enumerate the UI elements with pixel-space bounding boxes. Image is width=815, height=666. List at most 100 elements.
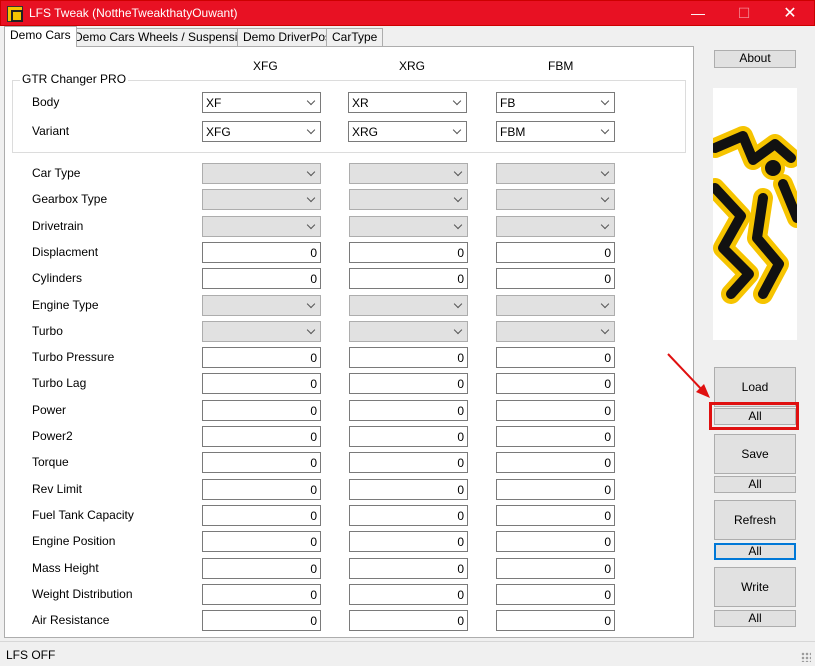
mass-height-input-xfg[interactable]: 0 [202, 558, 321, 579]
input-value: 0 [310, 351, 317, 365]
engine-position-input-xrg[interactable]: 0 [349, 531, 468, 552]
drivetrain-combo-xrg[interactable] [349, 216, 468, 237]
turbo-pressure-input-xrg[interactable]: 0 [349, 347, 468, 368]
lfs-logo [713, 88, 797, 340]
row-label-engine-position: Engine Position [32, 534, 116, 548]
input-value: 0 [604, 456, 611, 470]
drivetrain-combo-fbm[interactable] [496, 216, 615, 237]
power2-input-xfg[interactable]: 0 [202, 426, 321, 447]
torque-input-xrg[interactable]: 0 [349, 452, 468, 473]
power-input-fbm[interactable]: 0 [496, 400, 615, 421]
variant-combo-fbm[interactable]: FBM [496, 121, 615, 142]
gearbox-type-combo-xrg[interactable] [349, 189, 468, 210]
input-value: 0 [310, 404, 317, 418]
logo-graphic [713, 88, 797, 340]
turbo-combo-fbm[interactable] [496, 321, 615, 342]
turbo-lag-input-xrg[interactable]: 0 [349, 373, 468, 394]
displacment-input-fbm[interactable]: 0 [496, 242, 615, 263]
refresh-button[interactable]: Refresh [714, 500, 796, 540]
turbo-pressure-input-fbm[interactable]: 0 [496, 347, 615, 368]
car-type-combo-xrg[interactable] [349, 163, 468, 184]
row-label-gearbox-type: Gearbox Type [32, 192, 108, 206]
input-value: 0 [310, 588, 317, 602]
chevron-down-icon [306, 124, 316, 138]
tab-demo-driverpos[interactable]: Demo DriverPos [237, 28, 338, 46]
close-button[interactable]: ✕ [767, 1, 813, 26]
engine-type-combo-xfg[interactable] [202, 295, 321, 316]
power2-input-xrg[interactable]: 0 [349, 426, 468, 447]
gtr-changer-group [12, 80, 686, 153]
turbo-lag-input-xfg[interactable]: 0 [202, 373, 321, 394]
engine-position-input-fbm[interactable]: 0 [496, 531, 615, 552]
minimize-button[interactable]: — [675, 1, 721, 26]
input-value: 0 [310, 272, 317, 286]
drivetrain-combo-xfg[interactable] [202, 216, 321, 237]
cylinders-input-xfg[interactable]: 0 [202, 268, 321, 289]
air-resistance-input-xfg[interactable]: 0 [202, 610, 321, 631]
power-input-xrg[interactable]: 0 [349, 400, 468, 421]
load-button[interactable]: Load [714, 367, 796, 407]
input-value: 0 [604, 562, 611, 576]
engine-type-combo-xrg[interactable] [349, 295, 468, 316]
mass-height-input-fbm[interactable]: 0 [496, 558, 615, 579]
rev-limit-input-fbm[interactable]: 0 [496, 479, 615, 500]
app-icon [7, 6, 23, 22]
about-button[interactable]: About [714, 50, 796, 68]
variant-combo-xrg[interactable]: XRG [348, 121, 467, 142]
fuel-tank-capacity-input-xrg[interactable]: 0 [349, 505, 468, 526]
gearbox-type-combo-xfg[interactable] [202, 189, 321, 210]
engine-type-combo-fbm[interactable] [496, 295, 615, 316]
row-label-car-type: Car Type [32, 166, 81, 180]
write-all-button[interactable]: All [714, 610, 796, 627]
gearbox-type-combo-fbm[interactable] [496, 189, 615, 210]
displacment-input-xfg[interactable]: 0 [202, 242, 321, 263]
input-value: 0 [604, 535, 611, 549]
cylinders-input-xrg[interactable]: 0 [349, 268, 468, 289]
mass-height-input-xrg[interactable]: 0 [349, 558, 468, 579]
refresh-all-button[interactable]: All [714, 543, 796, 560]
engine-position-input-xfg[interactable]: 0 [202, 531, 321, 552]
power2-input-fbm[interactable]: 0 [496, 426, 615, 447]
rev-limit-input-xfg[interactable]: 0 [202, 479, 321, 500]
weight-distribution-input-fbm[interactable]: 0 [496, 584, 615, 605]
save-all-button[interactable]: All [714, 476, 796, 493]
air-resistance-input-xrg[interactable]: 0 [349, 610, 468, 631]
chevron-down-icon [452, 124, 462, 138]
tab-demo-cars[interactable]: Demo Cars [4, 26, 77, 47]
input-value: 0 [604, 483, 611, 497]
highlight-box [709, 402, 799, 430]
save-button[interactable]: Save [714, 434, 796, 474]
body-combo-xfg[interactable]: XF [202, 92, 321, 113]
air-resistance-input-fbm[interactable]: 0 [496, 610, 615, 631]
torque-input-xfg[interactable]: 0 [202, 452, 321, 473]
torque-input-fbm[interactable]: 0 [496, 452, 615, 473]
row-label-power: Power [32, 403, 67, 417]
car-type-combo-fbm[interactable] [496, 163, 615, 184]
fuel-tank-capacity-input-xfg[interactable]: 0 [202, 505, 321, 526]
column-header-fbm: FBM [548, 59, 574, 73]
turbo-combo-xfg[interactable] [202, 321, 321, 342]
body-combo-fbm[interactable]: FB [496, 92, 615, 113]
displacment-input-xrg[interactable]: 0 [349, 242, 468, 263]
fuel-tank-capacity-input-fbm[interactable]: 0 [496, 505, 615, 526]
car-type-combo-xfg[interactable] [202, 163, 321, 184]
input-value: 0 [457, 430, 464, 444]
tab-demo-cars-wheels-suspension[interactable]: Demo Cars Wheels / Suspension [68, 28, 257, 46]
turbo-pressure-input-xfg[interactable]: 0 [202, 347, 321, 368]
weight-distribution-input-xrg[interactable]: 0 [349, 584, 468, 605]
row-label-power2: Power2 [32, 429, 73, 443]
cylinders-input-fbm[interactable]: 0 [496, 268, 615, 289]
turbo-combo-xrg[interactable] [349, 321, 468, 342]
chevron-down-icon [453, 192, 463, 206]
write-button[interactable]: Write [714, 567, 796, 607]
body-combo-xrg[interactable]: XR [348, 92, 467, 113]
maximize-button[interactable]: ☐ [721, 1, 767, 26]
input-value: 0 [310, 562, 317, 576]
weight-distribution-input-xfg[interactable]: 0 [202, 584, 321, 605]
rev-limit-input-xrg[interactable]: 0 [349, 479, 468, 500]
tab-cartype[interactable]: CarType [326, 28, 384, 46]
power-input-xfg[interactable]: 0 [202, 400, 321, 421]
turbo-lag-input-fbm[interactable]: 0 [496, 373, 615, 394]
resize-grip-icon[interactable] [801, 652, 811, 662]
variant-combo-xfg[interactable]: XFG [202, 121, 321, 142]
